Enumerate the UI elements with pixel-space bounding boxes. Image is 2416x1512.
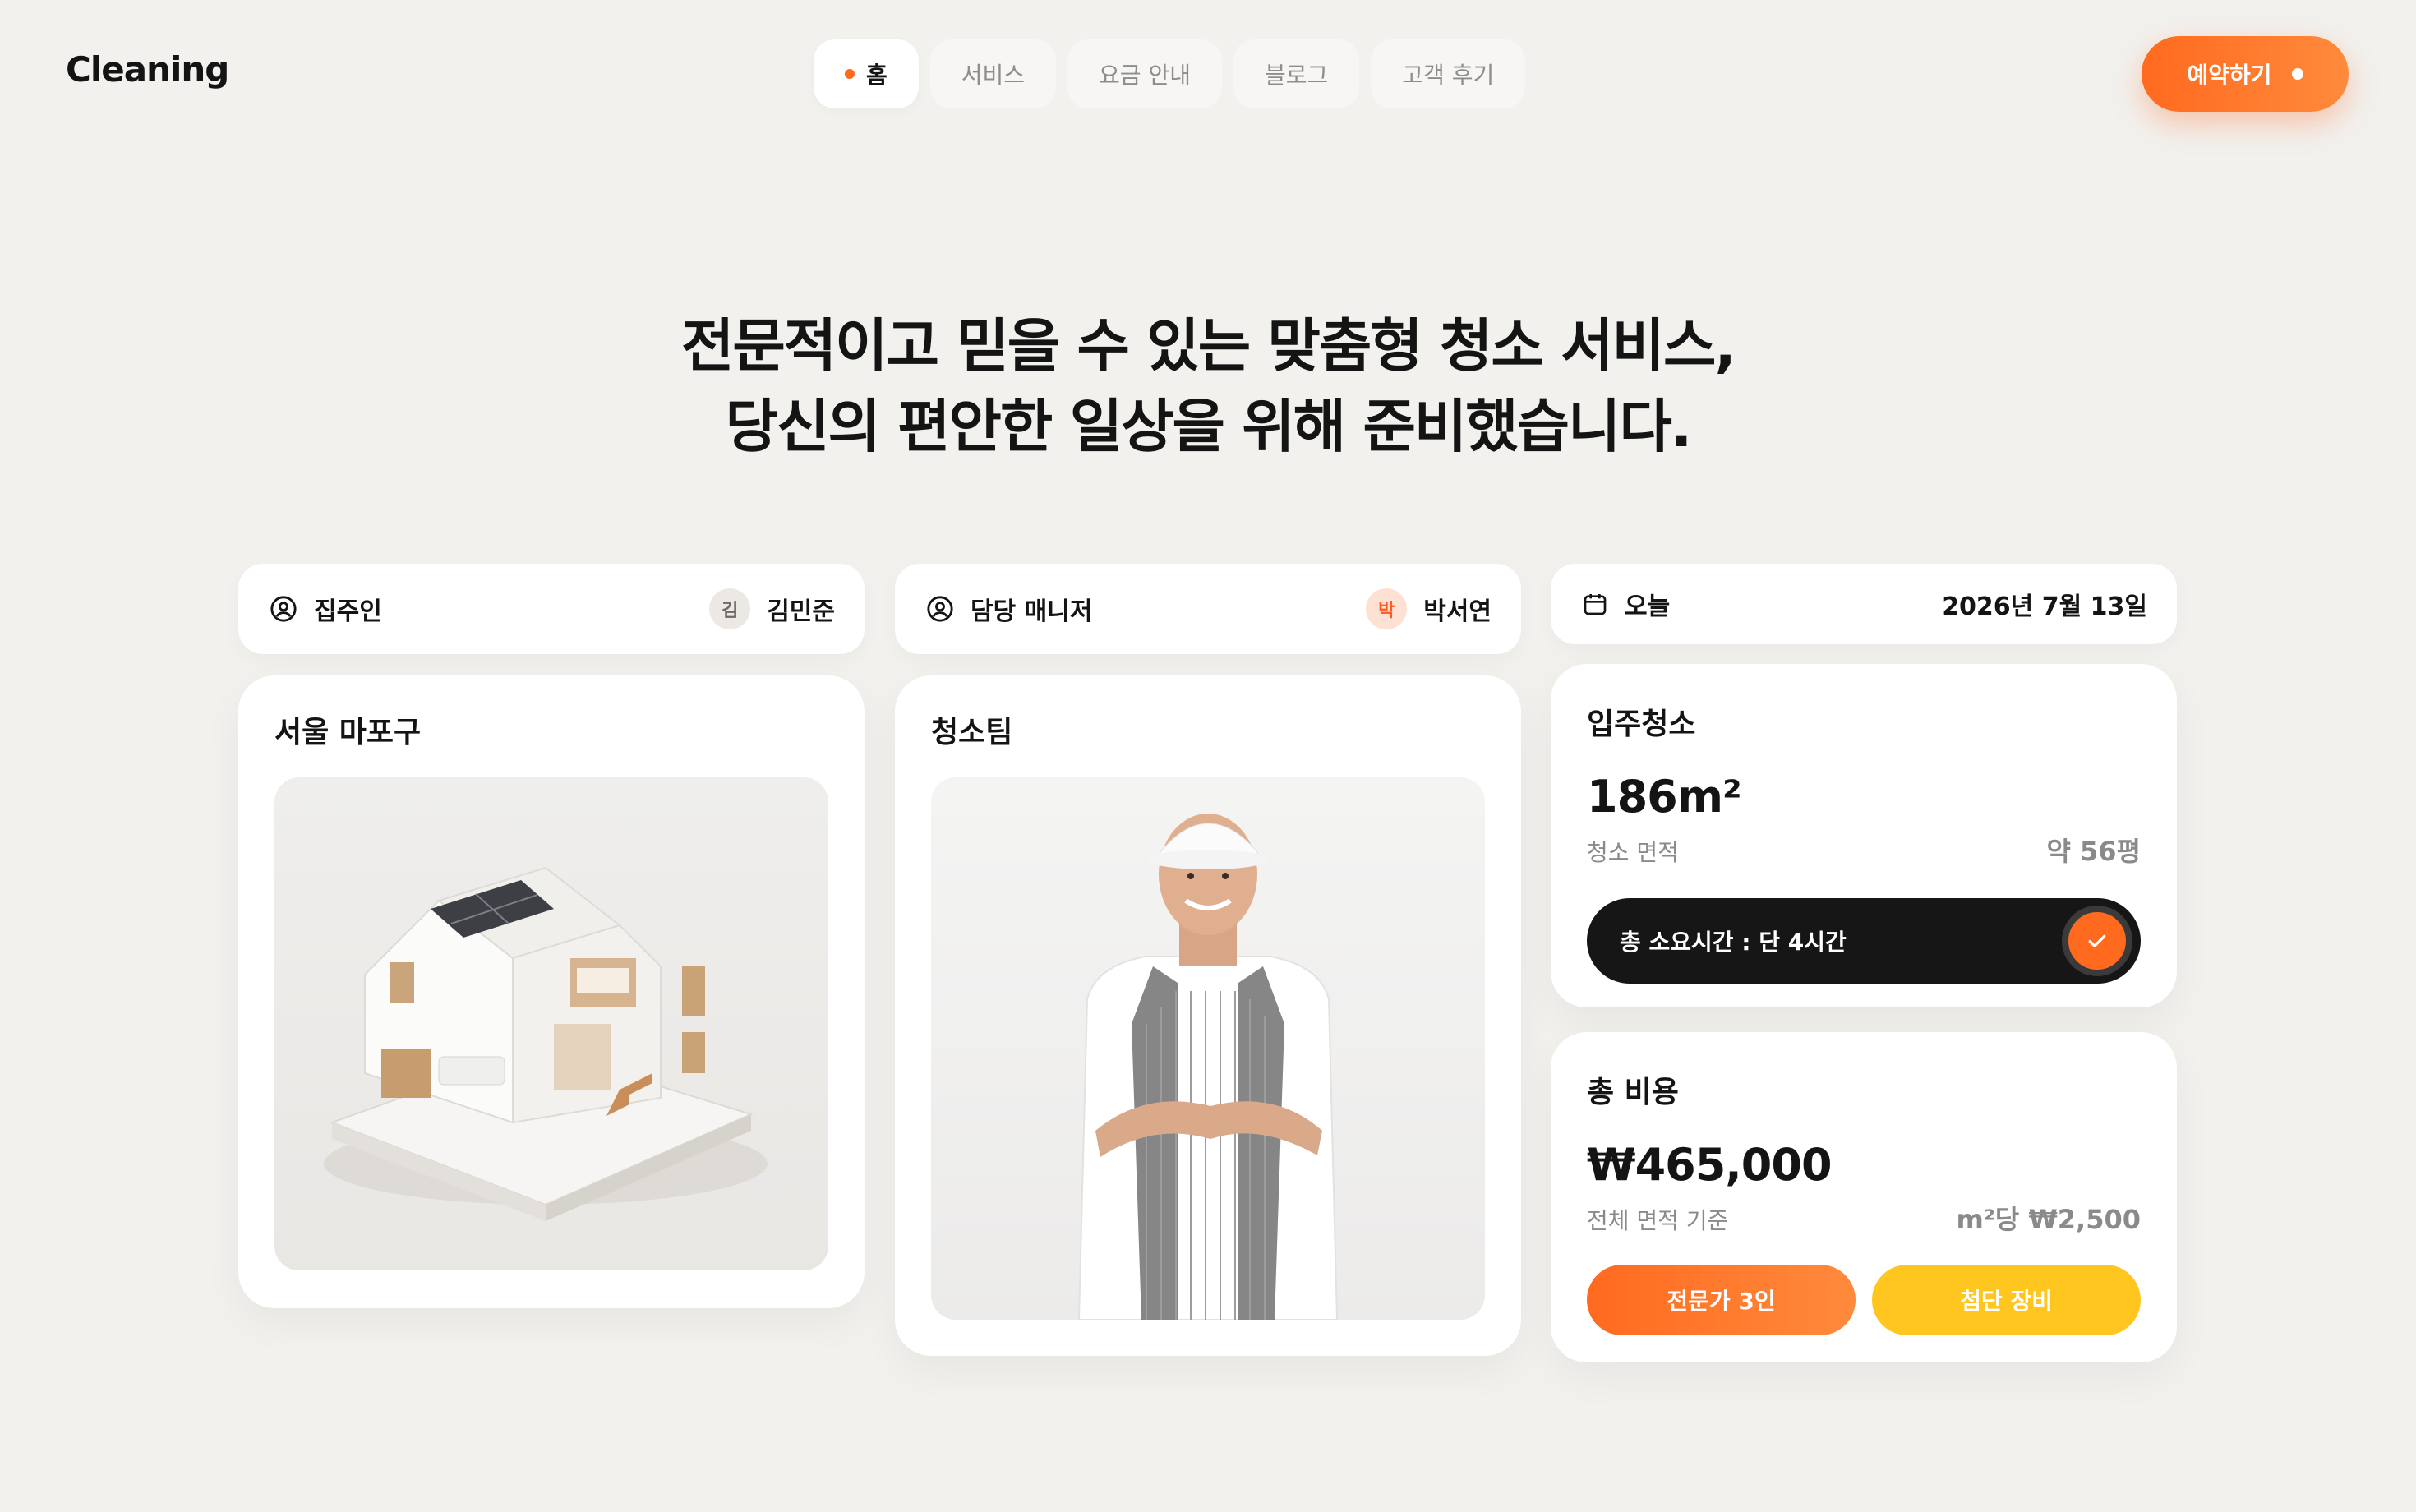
avatar: 김 [709,588,751,629]
house-illustration [324,866,768,1221]
equipment-button[interactable]: 첨단 장비 [1872,1265,2141,1335]
book-button[interactable]: 예약하기 [2142,36,2349,112]
cost-title: 총 비용 [1587,1076,1679,1109]
owner-label: 집주인 [314,597,382,626]
nav-item-reviews[interactable]: 고객 후기 [1371,39,1526,108]
service-type: 입주청소 [1587,708,1696,741]
user-circle-icon [270,596,297,622]
confirm-button[interactable] [2062,906,2132,976]
dot-icon [2291,68,2303,80]
owner-column: 집주인 김 김민준 서울 마포구 [238,564,865,1308]
location-card[interactable]: 서울 마포구 [238,675,865,1308]
nav-label: 고객 후기 [1402,62,1495,89]
today-label: 오늘 [1625,592,1671,621]
duration-text: 총 소요시간 : 단 4시간 [1620,929,1847,956]
hero-line-1: 전문적이고 믿을 수 있는 맞춤형 청소 서비스, [680,312,1736,380]
area-sub-label: 청소 면적 [1587,839,1679,866]
brand-logo[interactable]: Cleaning [66,49,229,90]
nav-item-services[interactable]: 서비스 [929,39,1057,108]
cost-sub-label: 전체 면적 기준 [1587,1207,1729,1234]
cleaner-illustration [1077,814,1339,1320]
nav-item-blog[interactable]: 블로그 [1233,39,1360,108]
nav-label: 서비스 [961,62,1026,89]
cost-value: ₩465,000 [1587,1139,1833,1191]
owner-bar: 집주인 김 김민준 [238,564,865,654]
cleaner-photo [931,777,1485,1320]
house-image [274,777,828,1270]
area-pyeong: 약 56평 [2046,836,2141,867]
check-icon [2088,934,2106,947]
book-button-label: 예약하기 [2187,62,2272,89]
active-dot-icon [845,69,855,79]
team-title: 청소팀 [931,716,1013,749]
calendar-icon [1584,594,1607,615]
manager-column: 담당 매니저 박 박서연 청소팀 [895,564,1521,1356]
date-bar: 오늘 2026년 7월 13일 [1551,564,2177,644]
experts-button[interactable]: 전문가 3인 [1587,1265,1856,1335]
nav-label: 블로그 [1265,62,1329,89]
area-card: 입주청소 186m² 청소 면적 약 56평 총 소요시간 : 단 4시간 [1551,664,2177,1007]
owner-name: 김민준 [767,597,835,626]
nav-item-pricing[interactable]: 요금 안내 [1067,39,1222,108]
main-nav: 홈 서비스 요금 안내 블로그 고객 후기 [814,39,1526,108]
nav-label: 홈 [866,62,888,89]
duration-pill: 총 소요시간 : 단 4시간 [1587,898,2141,984]
location-title: 서울 마포구 [274,716,422,749]
avatar: 박 [1366,588,1408,629]
page: Cleaning 홈 서비스 요금 안내 블로그 고객 후기 예약하기 전문적이… [0,0,2416,1512]
unit-price: m²당 ₩2,500 [1956,1204,2141,1235]
summary-column: 오늘 2026년 7월 13일 입주청소 186m² 청소 면적 약 56평 총… [1551,564,2177,1362]
nav-label: 요금 안내 [1099,62,1191,89]
manager-name: 박서연 [1423,597,1492,626]
area-value: 186m² [1587,771,1742,823]
nav-item-home[interactable]: 홈 [814,39,919,108]
today-date: 2026년 7월 13일 [1942,592,2147,621]
manager-bar: 담당 매니저 박 박서연 [895,564,1521,654]
user-circle-icon [927,596,953,622]
manager-label: 담당 매니저 [971,597,1093,626]
team-card[interactable]: 청소팀 [895,675,1521,1356]
cost-card: 총 비용 ₩465,000 전체 면적 기준 m²당 ₩2,500 전문가 3인… [1551,1032,2177,1362]
hero-heading: 전문적이고 믿을 수 있는 맞춤형 청소 서비스, 당신의 편안한 일상을 위해… [0,306,2416,467]
hero-line-2: 당신의 편안한 일상을 위해 준비했습니다. [725,393,1693,460]
